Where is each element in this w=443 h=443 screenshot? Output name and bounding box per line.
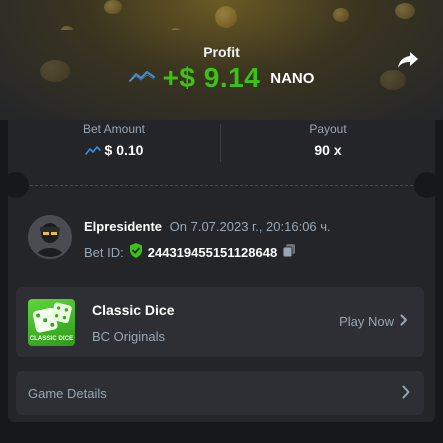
ticket-divider	[30, 185, 413, 186]
ticket-notch-right	[414, 172, 435, 198]
payout-block: Payout 90 x	[221, 110, 435, 174]
bet-id-row: Bet ID: 244319455151128648	[84, 243, 296, 261]
trend-line-icon	[128, 69, 155, 88]
payout-value: 90 x	[314, 142, 342, 158]
avatar[interactable]	[28, 215, 72, 259]
copy-icon[interactable]	[282, 243, 296, 261]
bet-id-label: Bet ID:	[84, 244, 124, 260]
profit-amount: +$ 9.14	[162, 62, 261, 93]
share-arrow-icon[interactable]	[397, 50, 419, 70]
bet-amount-label: Bet Amount	[82, 122, 146, 136]
game-card[interactable]: CLASSIC DICE Classic Dice BC Originals P…	[16, 287, 424, 357]
bettor-info: Elpresidente On 7.07.2023 г., 20:16:06 ч…	[28, 215, 418, 265]
profit-row: +$ 9.14 NANO	[8, 62, 435, 94]
coin-decoration	[395, 3, 415, 19]
bet-amount-value: $ 0.10	[104, 142, 144, 158]
coin-decoration	[333, 8, 349, 22]
profit-header: Profit +$ 9.14 NANO	[8, 30, 435, 110]
play-now-button[interactable]: Play Now	[339, 314, 408, 329]
trend-line-icon	[84, 142, 101, 158]
username[interactable]: Elpresidente	[84, 219, 162, 234]
coin-decoration	[104, 0, 122, 14]
user-line: Elpresidente On 7.07.2023 г., 20:16:06 ч…	[84, 219, 331, 234]
payout-label: Payout	[309, 122, 347, 136]
shield-check-icon	[129, 243, 143, 261]
bet-amount-block: Bet Amount $ 0.10	[8, 110, 220, 174]
play-now-label: Play Now	[339, 314, 394, 329]
profit-label: Profit	[203, 44, 240, 60]
bet-id: 244319455151128648	[147, 244, 278, 260]
game-provider: BC Originals	[92, 329, 165, 344]
profit-currency: NANO	[270, 69, 315, 87]
game-details-button[interactable]: Game Details	[16, 371, 424, 415]
game-thumbnail[interactable]: CLASSIC DICE	[28, 299, 75, 346]
bet-stats: Bet Amount $ 0.10 Payout 90 x	[8, 110, 435, 174]
bet-date: On 7.07.2023 г., 20:16:06 ч.	[169, 219, 331, 234]
game-details-label: Game Details	[28, 386, 107, 401]
bet-amount-row: $ 0.10	[8, 142, 220, 158]
chevron-right-icon	[402, 385, 410, 404]
ticket-notch-left	[8, 172, 29, 198]
game-title: Classic Dice	[92, 302, 175, 318]
coin-decoration	[215, 6, 237, 28]
chevron-right-icon	[400, 314, 408, 329]
game-thumbnail-label: CLASSIC DICE	[29, 336, 74, 342]
